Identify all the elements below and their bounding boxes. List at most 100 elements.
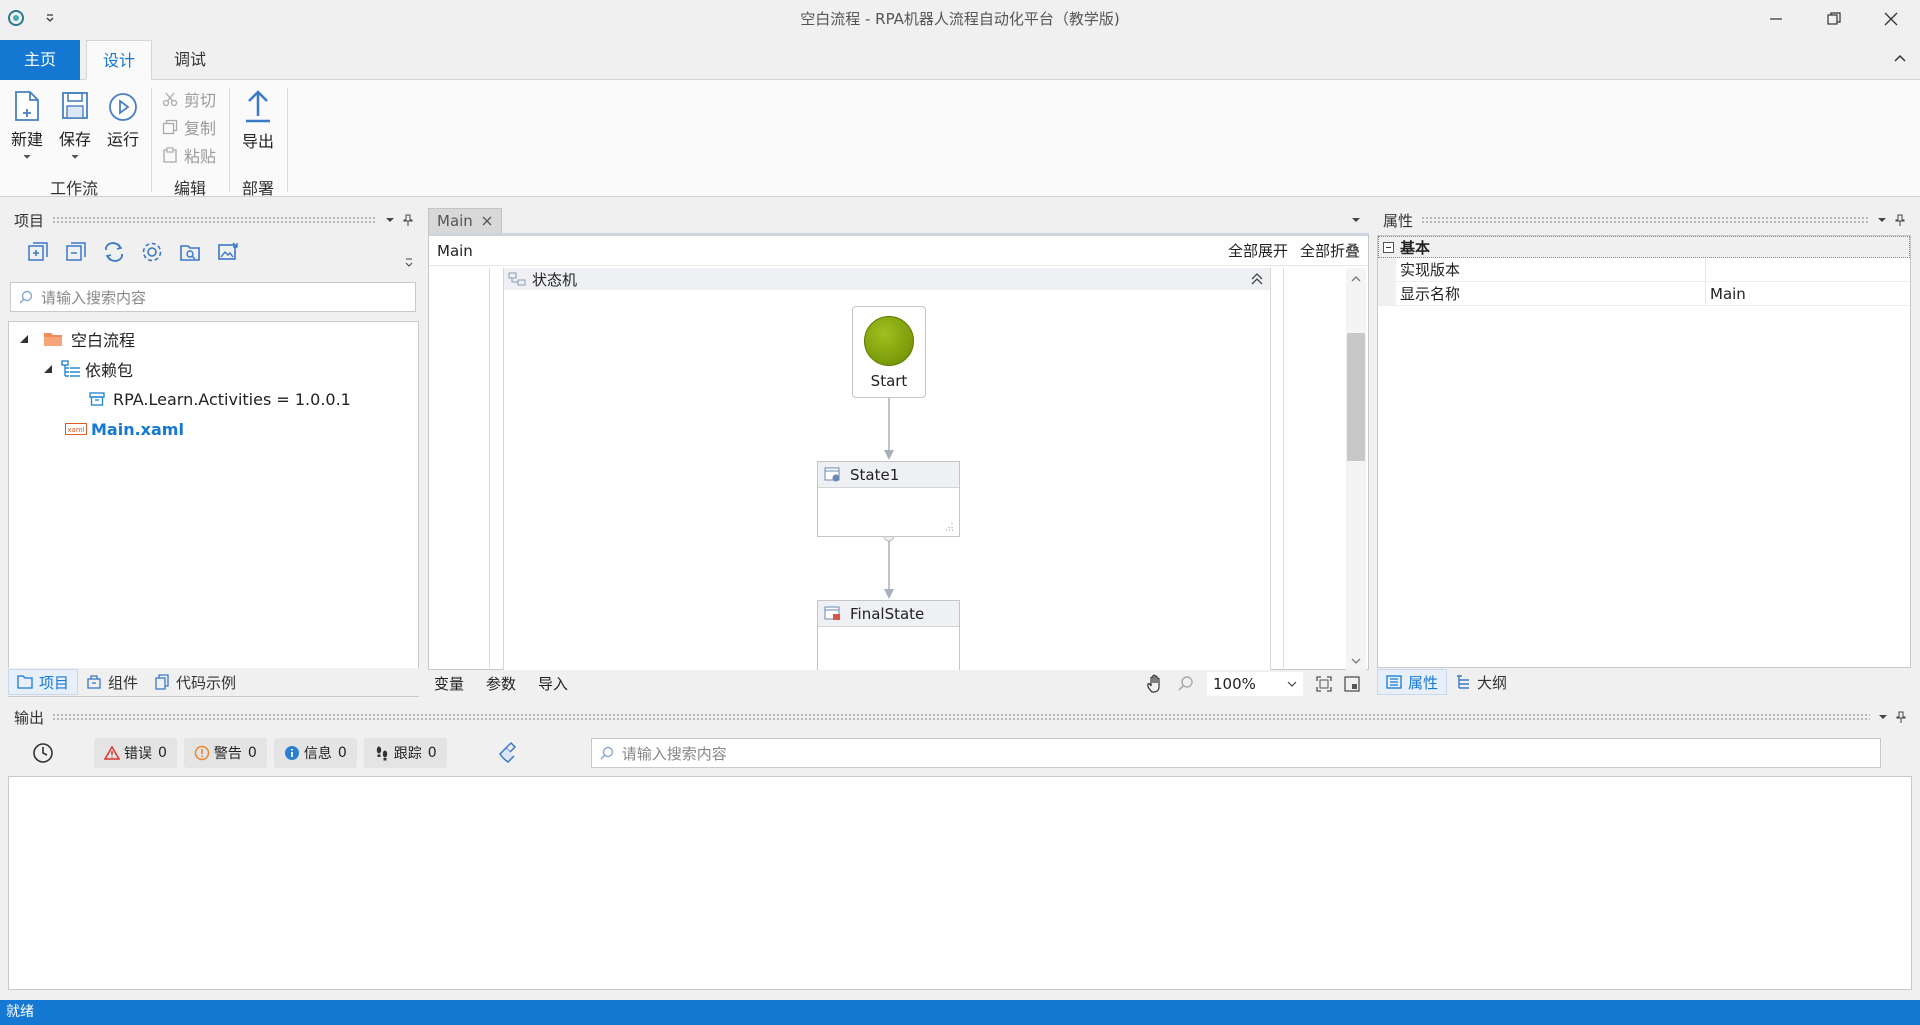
new-button[interactable]: 新建 [8,90,46,160]
project-panel: 项目 请输入搜索内容 空白流程 依赖包 RPA.Learn.Activities… [8,207,419,697]
error-filter-button[interactable]: 错误 0 [94,738,177,768]
state-machine-header: 状态机 [504,268,1270,290]
fit-to-screen-icon[interactable] [1315,675,1333,693]
tab-list-dropdown-icon[interactable] [1351,216,1361,224]
panel-menu-icon[interactable] [385,216,395,224]
pin-icon[interactable] [403,214,413,226]
play-icon [109,93,137,121]
tree-expanded-icon[interactable] [19,334,29,344]
property-category-label: 基本 [1400,238,1431,257]
panel-menu-icon[interactable] [1878,713,1888,721]
refresh-icon[interactable] [102,240,126,264]
clock-icon[interactable] [32,742,54,764]
paste-button[interactable]: 粘贴 [162,142,216,168]
designer-scrollbar[interactable] [1346,268,1366,670]
document-tab-bar: Main [428,207,1369,233]
state-machine-icon [508,272,526,286]
collapse-all-link[interactable]: 全部折叠 [1300,240,1360,261]
tree-node-dependencies[interactable]: 依赖包 [9,354,418,384]
cut-button[interactable]: 剪切 [162,86,216,112]
minimize-button[interactable] [1747,0,1804,38]
expand-all-icon[interactable] [26,240,50,264]
image-export-icon[interactable] [216,240,240,264]
tab-home[interactable]: 主页 [0,40,80,80]
designer-bottom-bar: 变量 参数 导入 100% [428,670,1369,697]
property-row[interactable]: 显示名称 Main [1378,282,1910,306]
imports-tab[interactable]: 导入 [538,673,568,694]
document-tab-main[interactable]: Main [428,208,502,233]
breadcrumb: Main [437,241,473,260]
clear-brush-icon[interactable] [497,741,521,765]
zoom-icon[interactable] [1177,675,1195,693]
final-state-node[interactable]: FinalState [817,600,960,672]
export-button[interactable]: 导出 [238,88,278,152]
upload-icon [246,90,270,123]
save-button[interactable]: 保存 [56,90,94,160]
expand-all-link[interactable]: 全部展开 [1228,240,1288,261]
trace-label: 跟踪 [393,746,422,762]
settings-gear-icon[interactable] [140,240,164,264]
project-tree: 空白流程 依赖包 RPA.Learn.Activities = 1.0.0.1 … [8,321,419,697]
property-category-basic[interactable]: 基本 [1378,236,1910,258]
ribbon-separator [229,88,230,192]
info-icon [284,746,299,760]
overview-map-icon[interactable] [1343,675,1361,693]
tree-root-label: 空白流程 [71,331,136,350]
tab-components[interactable]: 组件 [78,669,146,695]
run-button[interactable]: 运行 [104,92,142,150]
scroll-up-icon[interactable] [1346,272,1366,286]
collapse-ribbon-icon[interactable] [1893,52,1907,64]
property-name: 实现版本 [1396,258,1706,281]
start-node[interactable]: Start [852,306,926,398]
zoom-select[interactable]: 100% [1207,671,1303,696]
pin-icon[interactable] [1895,214,1905,226]
restore-button[interactable] [1805,0,1862,38]
scissors-icon [162,92,178,107]
state1-label: State1 [850,465,900,484]
final-state-icon [824,606,840,620]
property-value[interactable] [1706,258,1910,281]
ribbon-separator [287,88,288,192]
scroll-thumb[interactable] [1347,333,1365,461]
tree-node-root[interactable]: 空白流程 [9,324,418,354]
warning-filter-button[interactable]: 警告 0 [183,738,267,768]
xaml-file-icon: xaml [65,423,87,435]
arguments-tab[interactable]: 参数 [486,673,516,694]
close-button[interactable] [1862,0,1919,38]
final-state-label: FinalState [850,604,925,623]
copy-button[interactable]: 复制 [162,114,216,140]
tree-node-dependency-item[interactable]: RPA.Learn.Activities = 1.0.0.1 [9,384,418,414]
close-tab-icon[interactable] [481,215,493,227]
project-search-input[interactable]: 请输入搜索内容 [10,282,416,312]
document-tab-label: Main [437,212,473,230]
hand-pan-icon[interactable] [1145,673,1167,695]
tree-node-main-file[interactable]: xaml Main.xaml [9,414,418,444]
tab-project[interactable]: 项目 [8,669,79,695]
tree-expanded-icon[interactable] [43,364,53,374]
variables-tab[interactable]: 变量 [434,673,464,694]
output-search-input[interactable]: 请输入搜索内容 [590,738,1881,768]
collapse-chevron-icon[interactable] [1250,272,1264,286]
collapse-all-icon[interactable] [64,240,88,264]
footprints-icon [376,746,387,761]
state-machine-container[interactable]: 状态机 Start State1 FinalState [503,268,1271,672]
trace-filter-button[interactable]: 跟踪 0 [363,738,447,768]
scroll-down-icon[interactable] [1346,654,1366,668]
pin-icon[interactable] [1896,711,1906,723]
copy-icon [162,119,178,135]
info-filter-button[interactable]: 信息 0 [273,738,357,768]
tab-properties[interactable]: 属性 [1377,669,1448,695]
tab-outline[interactable]: 大纲 [1447,669,1515,695]
state1-node[interactable]: State1 [817,461,960,537]
tab-code-samples[interactable]: 代码示例 [146,669,244,695]
property-row[interactable]: 实现版本 [1378,258,1910,282]
resize-grip-icon[interactable] [941,519,953,531]
toolbar-overflow-icon[interactable] [404,257,414,269]
property-value[interactable]: Main [1706,282,1910,305]
collapse-box-icon[interactable] [1383,241,1394,253]
start-circle [864,316,914,366]
browse-folder-icon[interactable] [178,240,202,264]
panel-menu-icon[interactable] [1877,216,1887,224]
tab-debug[interactable]: 调试 [160,40,220,80]
tab-design[interactable]: 设计 [86,40,152,80]
